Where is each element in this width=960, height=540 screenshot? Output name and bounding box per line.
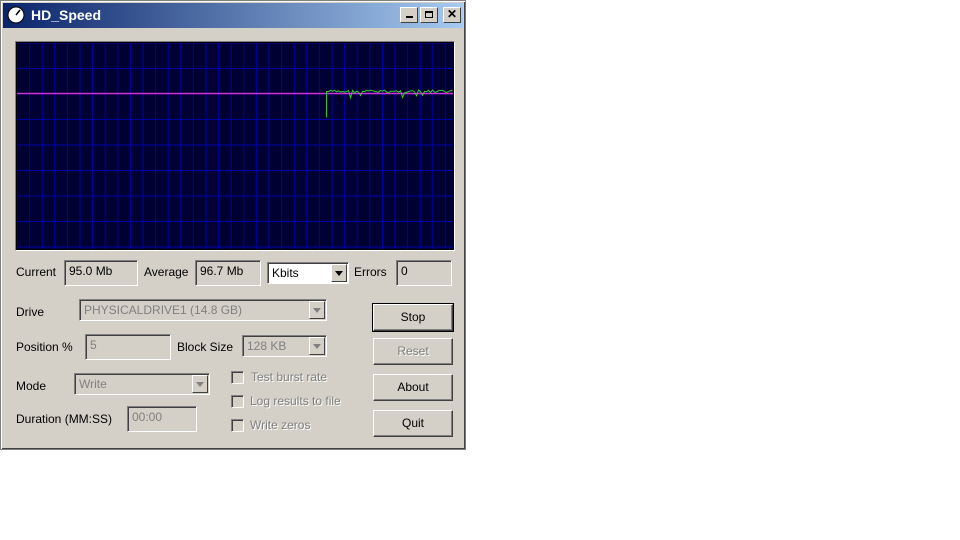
stop-button[interactable]: Stop <box>372 303 454 332</box>
title-bar[interactable]: HD_Speed ✕ <box>3 3 463 28</box>
zeros-label: Write zeros <box>250 418 311 432</box>
maximize-icon <box>425 11 433 18</box>
mode-select-value: Write <box>79 377 107 391</box>
errors-value: 0 <box>396 260 452 286</box>
speed-graph <box>15 41 455 251</box>
current-label: Current <box>16 265 57 279</box>
drive-label: Drive <box>16 305 45 319</box>
graph-background <box>17 43 453 249</box>
burst-checkbox[interactable] <box>231 371 244 384</box>
reset-button[interactable]: Reset <box>373 338 453 365</box>
chevron-down-icon[interactable] <box>309 301 325 319</box>
minimize-button[interactable] <box>400 7 418 23</box>
burst-label: Test burst rate <box>251 370 328 384</box>
window-title: HD_Speed <box>31 7 102 23</box>
position-label: Position % <box>16 340 73 354</box>
errors-label: Errors <box>354 265 387 279</box>
close-icon: ✕ <box>446 7 458 21</box>
gauge-icon <box>7 6 25 24</box>
log-label: Log results to file <box>250 394 341 408</box>
drive-select[interactable]: PHYSICALDRIVE1 (14.8 GB) <box>79 299 327 321</box>
block-size-value: 128 KB <box>247 339 287 353</box>
block-size-select[interactable]: 128 KB <box>242 335 327 357</box>
zeros-checkbox[interactable] <box>231 419 244 432</box>
chevron-down-icon[interactable] <box>192 375 208 393</box>
duration-label: Duration (MM:SS) <box>16 412 113 426</box>
chevron-down-icon[interactable] <box>331 264 347 282</box>
drive-select-value: PHYSICALDRIVE1 (14.8 GB) <box>84 303 243 317</box>
mode-label: Mode <box>16 379 47 393</box>
close-button[interactable]: ✕ <box>443 7 461 23</box>
hd-speed-window: HD_Speed ✕ Current 95.0 Mb Average 96.7 … <box>0 0 466 450</box>
log-checkbox[interactable] <box>231 395 244 408</box>
minimize-icon <box>405 16 413 18</box>
current-value: 95.0 Mb <box>64 260 138 286</box>
speed-graph-canvas <box>17 43 453 249</box>
about-button[interactable]: About <box>373 374 453 401</box>
average-value: 96.7 Mb <box>195 260 261 286</box>
average-label: Average <box>144 265 189 279</box>
quit-button[interactable]: Quit <box>373 410 453 437</box>
duration-input[interactable]: 00:00 <box>127 406 197 432</box>
unit-select-value: Kbits <box>272 266 299 280</box>
mode-select[interactable]: Write <box>74 373 210 395</box>
block-size-label: Block Size <box>177 340 234 354</box>
chevron-down-icon[interactable] <box>309 337 325 355</box>
unit-select[interactable]: Kbits <box>267 262 349 284</box>
position-input[interactable]: 5 <box>85 334 171 360</box>
maximize-button[interactable] <box>420 7 438 23</box>
